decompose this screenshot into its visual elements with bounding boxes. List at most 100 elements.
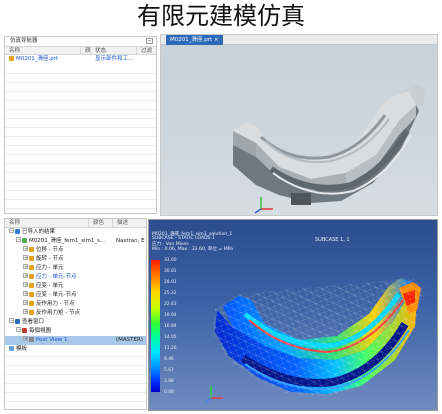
navigator-title: 仿真导航器 −: [5, 37, 156, 46]
tree-item-name-cell[interactable]: + 位移 - 节点: [5, 246, 112, 255]
column-status[interactable]: 状态: [91, 47, 137, 54]
expand-icon[interactable]: +: [23, 273, 28, 278]
tree-item-label: 查看窗口: [22, 319, 45, 325]
tree-item-label: 应变 - 单元: [36, 283, 64, 289]
expand-icon[interactable]: +: [23, 336, 28, 341]
tree-item-name-cell[interactable]: + 反作用力矩 - 节点: [5, 309, 112, 318]
tree-item-description: [112, 345, 146, 354]
graphics-window[interactable]: [161, 45, 437, 215]
tree-item-name-cell[interactable]: − 查看窗口: [5, 318, 112, 327]
results-tree-item[interactable]: − 已导入的结果: [5, 228, 146, 237]
legend-value: 0.08: [164, 390, 174, 395]
result-node-icon: [29, 310, 34, 315]
tree-item-description: [112, 273, 146, 282]
tree-item-name-cell[interactable]: − 每個視圖: [5, 327, 112, 336]
panel-collapse-button[interactable]: −: [146, 38, 153, 44]
collapse-icon[interactable]: −: [16, 237, 21, 242]
results-tree-item[interactable]: + 应变 - 单元-节点: [5, 291, 146, 300]
part-file-name: M0201_滑座.prt: [16, 56, 59, 62]
column-color[interactable]: 颜色: [89, 219, 113, 227]
part-file-cell[interactable]: M0201_滑座.prt: [5, 55, 91, 64]
tree-item-description: [112, 246, 146, 255]
tree-item-label: 已导入的结果: [22, 229, 56, 235]
navigator-title-text: 仿真导航器: [10, 38, 38, 44]
result-node-icon: [22, 238, 27, 243]
legend-value: 28.01: [164, 280, 177, 285]
tree-item-name-cell[interactable]: − M0201_滑座_fem1_sim1_s...: [5, 237, 112, 246]
result-node-icon: [15, 319, 20, 324]
tree-item-name-cell[interactable]: − 已导入的结果: [5, 228, 112, 237]
expand-icon[interactable]: +: [23, 309, 28, 314]
expand-icon[interactable]: +: [23, 255, 28, 260]
result-node-icon: [29, 265, 34, 270]
page-title: 有限元建模仿真: [137, 2, 305, 30]
expand-icon[interactable]: +: [23, 264, 28, 269]
column-description[interactable]: 描述: [113, 219, 146, 227]
coordinate-triad-icon: [204, 386, 223, 404]
collapse-icon[interactable]: −: [16, 327, 21, 332]
legend-value: 5.67: [164, 368, 174, 373]
expand-icon[interactable]: +: [23, 291, 28, 296]
expand-icon[interactable]: +: [23, 282, 28, 287]
collapse-icon[interactable]: −: [9, 228, 14, 233]
tab-part-file[interactable]: M0201_滑座.prt ×: [166, 35, 223, 45]
expand-icon[interactable]: +: [23, 246, 28, 251]
legend-value: 14.05: [164, 335, 177, 340]
tree-item-label: 旋转 - 节点: [36, 256, 64, 262]
results-tree-item[interactable]: 模板: [5, 345, 146, 354]
tree-item-name-cell[interactable]: + 应变 - 单元: [5, 282, 112, 291]
part-file-icon: [9, 56, 14, 61]
results-tree-item[interactable]: + 位移 - 节点: [5, 246, 146, 255]
tree-item-description: Nastran, E: [116, 238, 145, 244]
results-tree-item[interactable]: + 旋转 - 节点: [5, 255, 146, 264]
collapse-icon[interactable]: −: [9, 318, 14, 323]
tree-item-description: [112, 300, 146, 309]
subcase-title: SUBCASE 1, 1: [315, 237, 350, 243]
legend-value: 8.46: [164, 357, 174, 362]
tree-item-label: M0201_滑座_fem1_sim1_s...: [29, 238, 106, 244]
results-tree-item[interactable]: + Post View 1 (MASTER): [5, 336, 146, 345]
result-node-icon: [29, 256, 34, 261]
column-filter[interactable]: 过滤: [137, 47, 156, 54]
navigator-row[interactable]: M0201_滑座.prt 显示部件和工...: [5, 55, 156, 64]
results-tree-item[interactable]: − 每個視圖: [5, 327, 146, 336]
results-tree-item[interactable]: + 反作用力 - 节点: [5, 300, 146, 309]
tree-item-name-cell[interactable]: + 应力 - 单元: [5, 264, 112, 273]
result-node-icon: [29, 274, 34, 279]
result-node-icon: [15, 229, 20, 234]
column-name[interactable]: 名称: [5, 47, 81, 54]
legend-value: 19.64: [164, 313, 177, 318]
tab-bar: M0201_滑座.prt ×: [161, 35, 437, 45]
tree-item-label: 反作用力 - 节点: [36, 301, 75, 307]
tree-item-description: [112, 264, 146, 273]
tree-item-name-cell[interactable]: + 旋转 - 节点: [5, 255, 112, 264]
tree-item-label: 应变 - 单元-节点: [36, 292, 77, 298]
navigator-header: 名称 颜 状态 过滤: [5, 46, 156, 55]
tree-item-description: [112, 228, 146, 237]
results-tree-item[interactable]: + 应力 - 单元: [5, 264, 146, 273]
results-tree-item[interactable]: − M0201_滑座_fem1_sim1_s... Nastran, E: [5, 237, 146, 246]
results-viewport[interactable]: M0201_滑座_fem1_sim1_solution_1 SUBCASE - …: [148, 219, 438, 411]
results-tree-item[interactable]: + 应力 - 单元-节点: [5, 273, 146, 282]
slide-seat-model: [233, 85, 425, 214]
column-color[interactable]: 颜: [81, 47, 91, 54]
tree-item-description: [112, 291, 146, 300]
part-status-cell: 显示部件和工...: [95, 56, 134, 62]
tree-item-name-cell[interactable]: + 应变 - 单元-节点: [5, 291, 112, 300]
results-tree-item[interactable]: − 查看窗口: [5, 318, 146, 327]
model-viewport[interactable]: M0201_滑座.prt ×: [160, 34, 438, 216]
tree-item-description: [112, 255, 146, 264]
results-header: 名称 颜色 描述: [5, 219, 146, 228]
results-tree-item[interactable]: + 反作用力矩 - 节点: [5, 309, 146, 318]
post-processing-navigator: 名称 颜色 描述 − 已导入的结果 − M0201_滑座_fem1_sim1_s...…: [4, 218, 147, 410]
expand-icon[interactable]: +: [23, 300, 28, 305]
tree-item-name-cell[interactable]: 模板: [5, 345, 112, 354]
legend-value: 2.88: [164, 379, 174, 384]
tree-item-name-cell[interactable]: + Post View 1: [5, 336, 112, 345]
tree-item-name-cell[interactable]: + 应力 - 单元-节点: [5, 273, 112, 282]
results-tree-item[interactable]: + 应变 - 单元: [5, 282, 146, 291]
results-tree: − 已导入的结果 − M0201_滑座_fem1_sim1_s... Nastran, …: [5, 228, 146, 354]
column-name[interactable]: 名称: [5, 219, 89, 227]
tree-item-name-cell[interactable]: + 反作用力 - 节点: [5, 300, 112, 309]
color-legend-bar: [151, 260, 160, 392]
